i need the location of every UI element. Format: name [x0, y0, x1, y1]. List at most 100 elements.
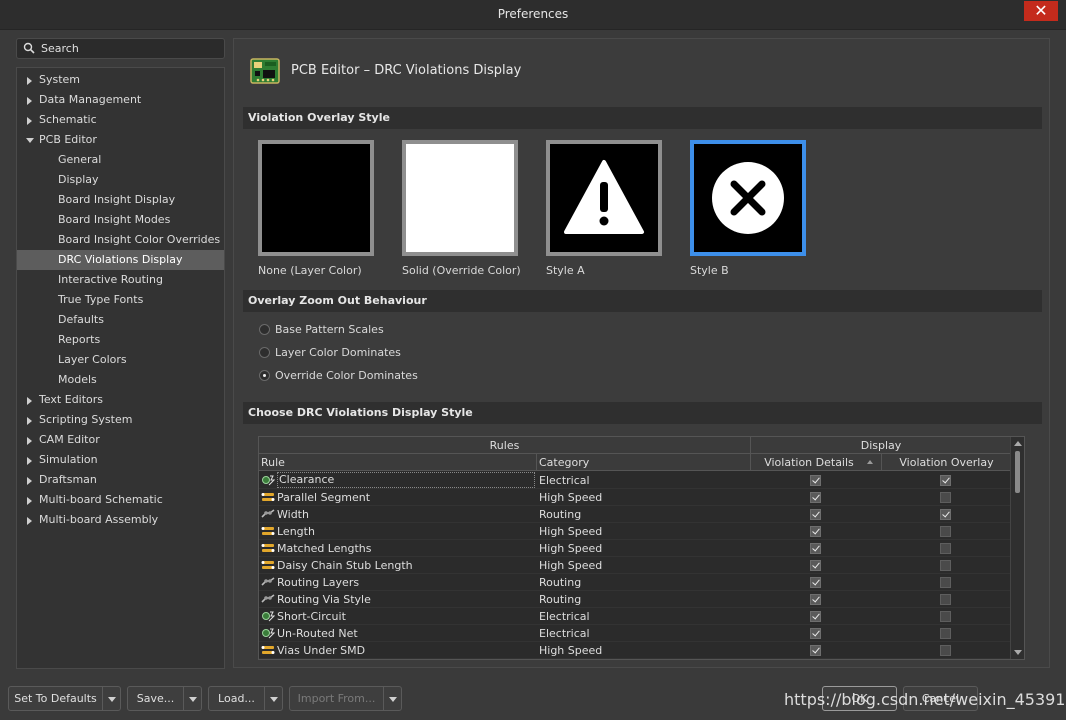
table-row[interactable]: Clearance Electrical	[259, 472, 1011, 489]
chevron-right-icon[interactable]	[27, 97, 32, 105]
tree-item-display[interactable]: Display	[17, 170, 224, 190]
table-row[interactable]: Daisy Chain Stub Length High Speed	[259, 557, 1011, 574]
chevron-right-icon[interactable]	[27, 497, 32, 505]
violation-overlay-checkbox[interactable]	[940, 526, 951, 537]
violation-overlay-checkbox[interactable]	[940, 560, 951, 571]
routing-rule-icon	[261, 508, 275, 520]
violation-details-checkbox[interactable]	[810, 492, 821, 503]
tree-item-board-insight-color-overrides[interactable]: Board Insight Color Overrides	[17, 230, 224, 250]
col-details-header[interactable]: Violation Details	[751, 454, 882, 471]
violation-details-checkbox[interactable]	[810, 509, 821, 520]
tree-item-schematic[interactable]: Schematic	[17, 110, 224, 130]
col-rule-header[interactable]: Rule	[259, 454, 537, 471]
tree-item-draftsman[interactable]: Draftsman	[17, 470, 224, 490]
chevron-right-icon[interactable]	[27, 457, 32, 465]
tree-item-multi-board-assembly[interactable]: Multi-board Assembly	[17, 510, 224, 530]
tree-item-board-insight-modes[interactable]: Board Insight Modes	[17, 210, 224, 230]
violation-overlay-checkbox[interactable]	[940, 543, 951, 554]
violation-overlay-checkbox[interactable]	[940, 594, 951, 605]
violation-overlay-checkbox[interactable]	[940, 611, 951, 622]
overlay-style-a-swatch[interactable]	[546, 140, 662, 256]
chevron-right-icon[interactable]	[27, 397, 32, 405]
violation-details-checkbox[interactable]	[810, 543, 821, 554]
set-to-defaults-button[interactable]: Set To Defaults	[8, 686, 121, 711]
table-row[interactable]: Routing Layers Routing	[259, 574, 1011, 591]
table-row[interactable]: Short-Circuit Electrical	[259, 608, 1011, 625]
chevron-right-icon[interactable]	[27, 117, 32, 125]
tree-item-drc-violations-display[interactable]: DRC Violations Display	[17, 250, 224, 270]
chevron-right-icon[interactable]	[27, 517, 32, 525]
scroll-up-icon[interactable]	[1014, 441, 1022, 446]
chevron-right-icon[interactable]	[27, 77, 32, 85]
tree-item-text-editors[interactable]: Text Editors	[17, 390, 224, 410]
tree-item-cam-editor[interactable]: CAM Editor	[17, 430, 224, 450]
table-row[interactable]: Length High Speed	[259, 523, 1011, 540]
overlay-solid-swatch[interactable]	[402, 140, 518, 256]
tree-item-general[interactable]: General	[17, 150, 224, 170]
violation-details-checkbox[interactable]	[810, 560, 821, 571]
grid-scrollbar[interactable]	[1010, 437, 1024, 659]
warning-icon	[564, 160, 644, 234]
col-overlay-header[interactable]: Violation Overlay	[882, 454, 1011, 471]
chevron-down-icon[interactable]	[264, 687, 282, 710]
tree-item-reports[interactable]: Reports	[17, 330, 224, 350]
tree-item-layer-colors[interactable]: Layer Colors	[17, 350, 224, 370]
search-input[interactable]: Search	[16, 38, 225, 59]
table-row[interactable]: Parallel Segment High Speed	[259, 489, 1011, 506]
chevron-down-icon[interactable]	[383, 687, 401, 710]
violation-overlay-checkbox[interactable]	[940, 492, 951, 503]
tree-item-scripting-system[interactable]: Scripting System	[17, 410, 224, 430]
chevron-right-icon[interactable]	[27, 417, 32, 425]
table-row[interactable]: Width Routing	[259, 506, 1011, 523]
chevron-right-icon[interactable]	[27, 477, 32, 485]
violation-details-checkbox[interactable]	[810, 594, 821, 605]
violation-overlay-checkbox[interactable]	[940, 577, 951, 588]
table-row[interactable]: Matched Lengths High Speed	[259, 540, 1011, 557]
tree-item-simulation[interactable]: Simulation	[17, 450, 224, 470]
scroll-thumb[interactable]	[1015, 451, 1020, 493]
tree-item-multi-board-schematic[interactable]: Multi-board Schematic	[17, 490, 224, 510]
tree-item-true-type-fonts[interactable]: True Type Fonts	[17, 290, 224, 310]
violation-details-checkbox[interactable]	[810, 611, 821, 622]
tree-item-defaults[interactable]: Defaults	[17, 310, 224, 330]
tree-item-label: Simulation	[39, 453, 98, 466]
tree-item-system[interactable]: System	[17, 70, 224, 90]
violation-details-checkbox[interactable]	[810, 645, 821, 656]
violation-overlay-checkbox[interactable]	[940, 475, 951, 486]
rule-name-cell: Routing Layers	[277, 576, 360, 589]
violation-details-checkbox[interactable]	[810, 628, 821, 639]
violation-details-checkbox[interactable]	[810, 577, 821, 588]
chevron-down-icon[interactable]	[26, 138, 34, 143]
violation-overlay-checkbox[interactable]	[940, 628, 951, 639]
violation-overlay-checkbox[interactable]	[940, 509, 951, 520]
tree-item-data-management[interactable]: Data Management	[17, 90, 224, 110]
table-row[interactable]: Vias Under SMD High Speed	[259, 642, 1011, 659]
close-button[interactable]: ✕	[1024, 1, 1058, 21]
import-from-button[interactable]: Import From...	[289, 686, 402, 711]
violation-details-checkbox[interactable]	[810, 475, 821, 486]
tree-item-models[interactable]: Models	[17, 370, 224, 390]
table-row[interactable]: Routing Via Style Routing	[259, 591, 1011, 608]
radio-button[interactable]	[259, 370, 270, 381]
tree-item-label: Text Editors	[39, 393, 104, 406]
overlay-none-swatch[interactable]	[258, 140, 374, 256]
radio-button[interactable]	[259, 324, 270, 335]
table-row[interactable]: Un-Routed Net Electrical	[259, 625, 1011, 642]
save-button[interactable]: Save...	[127, 686, 202, 711]
scroll-down-icon[interactable]	[1014, 650, 1022, 655]
tree-item-board-insight-display[interactable]: Board Insight Display	[17, 190, 224, 210]
chevron-down-icon[interactable]	[102, 687, 120, 710]
load-button[interactable]: Load...	[208, 686, 283, 711]
radio-button[interactable]	[259, 347, 270, 358]
tree-item-interactive-routing[interactable]: Interactive Routing	[17, 270, 224, 290]
routing-rule-icon	[261, 576, 275, 588]
overlay-style-b-swatch[interactable]	[690, 140, 806, 256]
chevron-down-icon[interactable]	[183, 687, 201, 710]
chevron-right-icon[interactable]	[27, 437, 32, 445]
tree-item-pcb-editor[interactable]: PCB Editor	[17, 130, 224, 150]
violation-overlay-checkbox[interactable]	[940, 645, 951, 656]
violation-details-checkbox[interactable]	[810, 526, 821, 537]
col-category-header[interactable]: Category	[537, 454, 751, 471]
electrical-rule-icon	[261, 610, 276, 622]
search-label: Search	[41, 42, 79, 55]
